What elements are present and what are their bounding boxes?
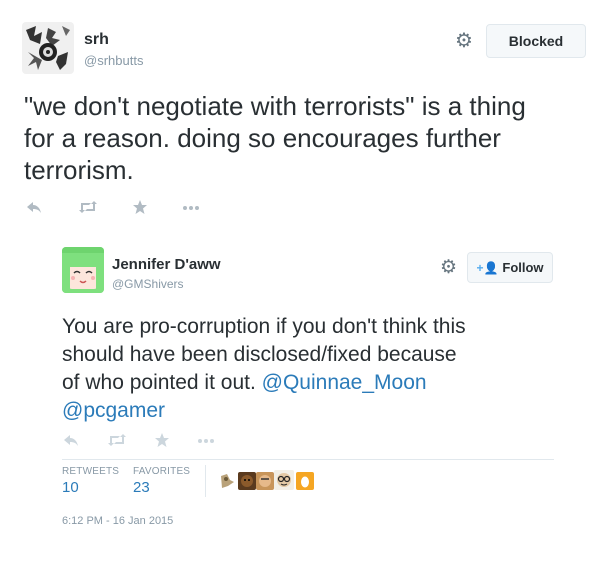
favorite-icon[interactable] [154,432,170,452]
retweet-icon[interactable] [107,433,127,451]
favoriter-avatar[interactable] [274,470,294,495]
tweet-text-line: for a reason. doing so encourages furthe… [24,123,501,153]
embedded-avatar[interactable] [62,247,104,293]
favoriter-avatar-4-icon [274,470,294,490]
follow-label: Follow [502,260,544,275]
retweets-count: 10 [62,479,79,496]
reply-icon[interactable] [63,433,79,451]
favoriter-avatar[interactable] [238,472,256,495]
favoriter-avatar-1-icon [218,472,236,490]
embedded-text-line: @pcgamer [62,397,582,425]
embedded-text-line: should have been disclosed/fixed because [62,343,457,366]
author-name[interactable]: srh [84,31,109,49]
embedded-text-line: of who pointed it out. @Quinnae_Moon [62,369,582,397]
favorites-stat[interactable]: FAVORITES 23 [133,466,190,496]
favoriter-avatar[interactable] [296,472,314,495]
embedded-author-handle[interactable]: @GMShivers [112,277,184,291]
more-icon[interactable] [197,432,215,452]
gear-icon[interactable]: ⚙ [440,258,457,278]
retweet-icon[interactable] [78,200,98,218]
embedded-text-line: You are pro-corruption if you don't thin… [62,315,466,338]
tweet-text-line: "we don't negotiate with terrorists" is … [24,91,526,121]
retweets-stat[interactable]: RETWEETS 10 [62,466,119,496]
follow-icon: +👤 [476,260,499,275]
embedded-text-segment: of who pointed it out. [62,371,262,394]
timestamp[interactable]: 6:12 PM - 16 Jan 2015 [62,515,173,527]
favoriter-avatar-3-icon [256,472,274,490]
girl-avatar-icon [62,247,104,293]
favoriter-avatar[interactable] [256,472,274,495]
gear-icon[interactable]: ⚙ [455,31,473,51]
favoriter-avatar[interactable] [218,472,236,495]
divider [62,459,554,460]
favorites-count: 23 [133,479,150,496]
retweets-label: RETWEETS [62,466,120,477]
embedded-author-name[interactable]: Jennifer D'aww [112,256,221,273]
favorites-label: FAVORITES [133,466,191,477]
author-handle[interactable]: @srhbutts [84,53,143,68]
avatar-art-icon [22,22,74,74]
avatar[interactable] [22,22,74,74]
favorite-icon[interactable] [132,199,148,219]
embedded-tweet-text: You are pro-corruption if you don't thin… [62,313,582,425]
favoriter-avatar-2-icon [238,472,256,490]
tweet-text-line: terrorism. [24,155,134,185]
mention-link-quinnae[interactable]: @Quinnae_Moon [262,371,427,394]
more-icon[interactable] [182,199,200,219]
reply-icon[interactable] [26,200,42,218]
favoriter-avatar-5-icon [296,472,314,490]
follow-button[interactable]: +👤 Follow [467,252,553,283]
blocked-button[interactable]: Blocked [486,24,586,58]
stats-divider [205,465,206,497]
tweet-text: "we don't negotiate with terrorists" is … [24,90,594,186]
mention-link-pcgamer[interactable]: @pcgamer [62,399,165,422]
